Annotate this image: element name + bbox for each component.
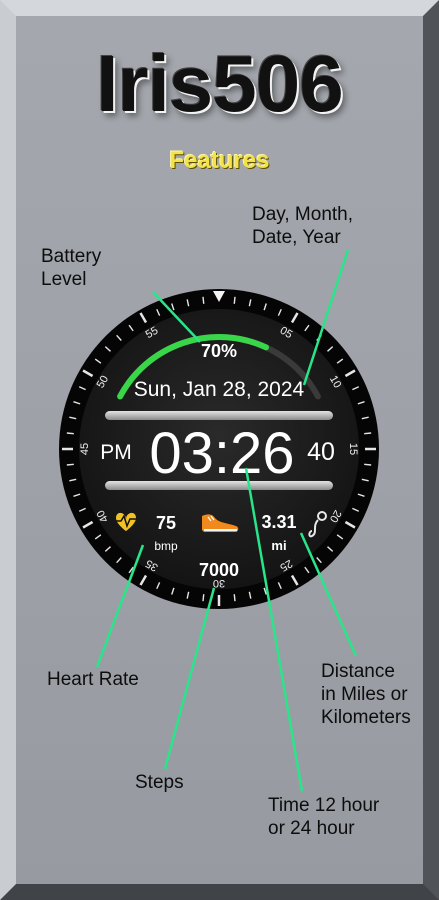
bezel-tick [66, 463, 74, 466]
ampm-indicator: PM [100, 441, 132, 464]
bezel-tick [66, 432, 74, 435]
heart-rate-value: 75 [156, 513, 176, 533]
heart-rate-unit: bmp [154, 539, 178, 553]
date-text: Sun, Jan 28, 2024 [134, 378, 305, 401]
bezel-tick [364, 463, 372, 466]
watch-face-overlay: 0510152025303540455055 70% Sun, Jan 28, … [59, 249, 379, 792]
bezel-tick [202, 594, 205, 602]
upper-divider-bar [105, 411, 333, 420]
bezel-number: 15 [347, 443, 359, 455]
distance-value: 3.31 [261, 512, 296, 532]
bezel-tick [233, 296, 236, 304]
distance-unit: mi [271, 538, 286, 553]
steps-value: 7000 [199, 560, 239, 580]
bezel-tick [202, 296, 205, 304]
bezel-tick [233, 594, 236, 602]
bezel-tick [364, 432, 372, 435]
steps-leader-line [163, 587, 216, 770]
battery-percent: 70% [201, 341, 237, 361]
seconds-display: 40 [307, 438, 335, 466]
bezel-number: 45 [79, 443, 91, 455]
time-display: 03:26 [149, 421, 294, 486]
